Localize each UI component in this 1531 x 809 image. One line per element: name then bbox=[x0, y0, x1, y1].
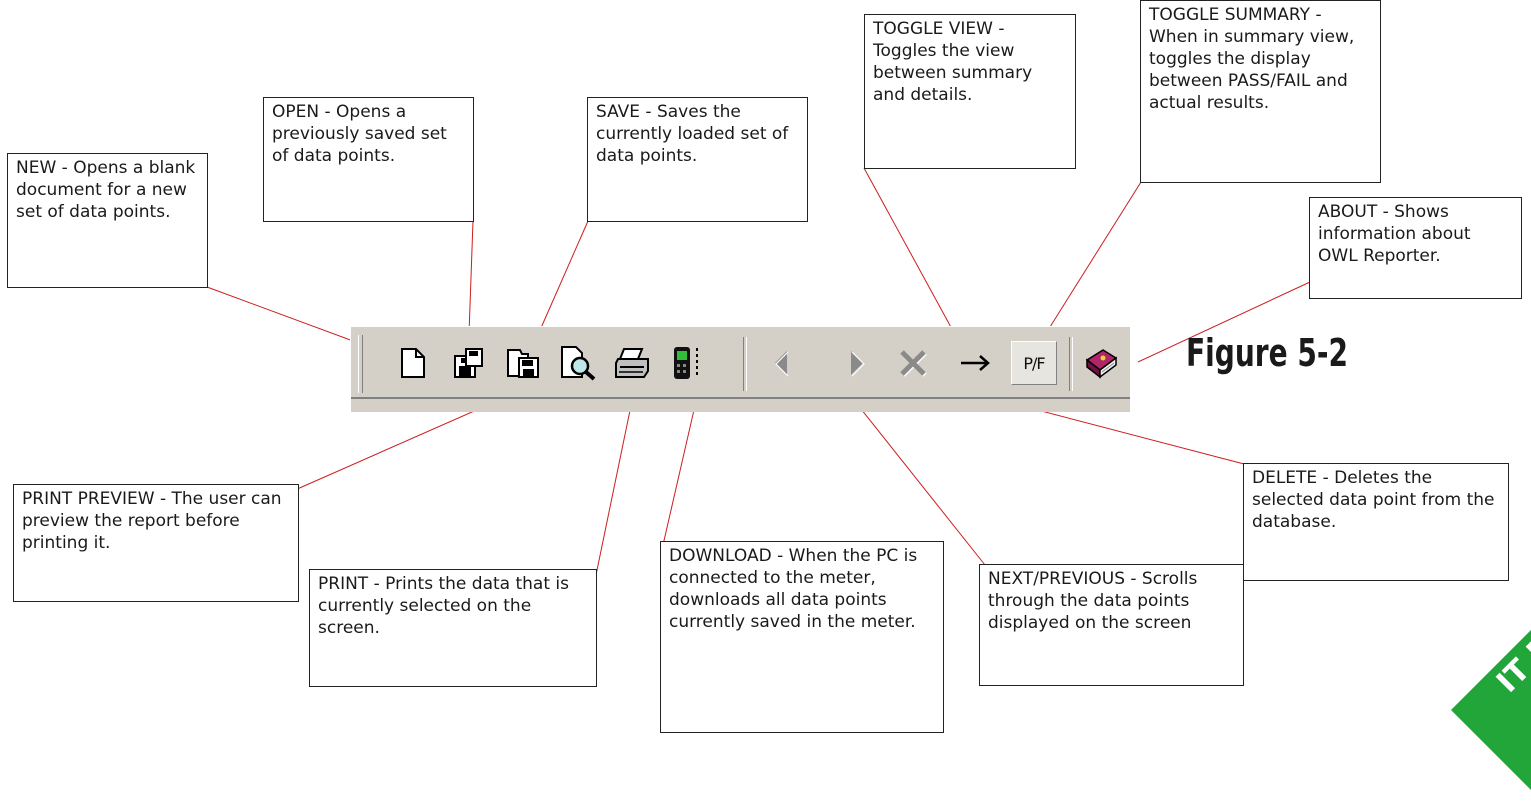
delete-x-icon bbox=[900, 350, 927, 377]
print-preview-icon bbox=[561, 346, 596, 381]
callout-open: OPEN - Opens a previously saved set of d… bbox=[263, 97, 474, 222]
callout-download: DOWNLOAD - When the PC is connected to t… bbox=[660, 541, 944, 733]
next-button[interactable] bbox=[837, 341, 877, 385]
toggle-view-button[interactable] bbox=[955, 341, 995, 385]
previous-button[interactable] bbox=[761, 341, 801, 385]
new-button[interactable] bbox=[393, 341, 433, 385]
save-button[interactable] bbox=[504, 341, 544, 385]
print-preview-button[interactable] bbox=[559, 341, 599, 385]
toolbar-bottom-edge bbox=[351, 397, 1130, 412]
pass-fail-toggle-button[interactable]: P/F bbox=[1011, 341, 1057, 385]
meter-download-icon bbox=[674, 347, 698, 379]
previous-arrow-icon bbox=[775, 351, 789, 377]
callout-toggle-summary: TOGGLE SUMMARY - When in summary view, t… bbox=[1140, 0, 1381, 183]
callout-about: ABOUT - Shows information about OWL Repo… bbox=[1309, 197, 1522, 299]
save-disk-icon bbox=[507, 349, 539, 378]
printer-icon bbox=[615, 348, 649, 378]
about-book-icon bbox=[1085, 349, 1118, 379]
toolbar-grip[interactable] bbox=[358, 335, 363, 393]
download-button[interactable] bbox=[667, 341, 707, 385]
figure-label: Figure 5-2 bbox=[1186, 331, 1349, 375]
pass-fail-toggle-icon: P/F bbox=[1023, 353, 1045, 373]
open-button[interactable] bbox=[449, 341, 489, 385]
new-document-icon bbox=[401, 348, 425, 378]
toggle-view-arrow-icon bbox=[961, 355, 990, 371]
open-folder-icon bbox=[454, 348, 483, 378]
toolbar-separator bbox=[1069, 337, 1073, 391]
callout-delete: DELETE - Deletes the selected data point… bbox=[1243, 463, 1509, 581]
about-button[interactable] bbox=[1081, 341, 1121, 385]
callout-next-previous: NEXT/PREVIOUS - Scrolls through the data… bbox=[979, 564, 1244, 686]
next-arrow-icon bbox=[851, 351, 865, 377]
callout-toggle-view: TOGGLE VIEW - Toggles the view between s… bbox=[864, 14, 1076, 169]
callout-print: PRINT - Prints the data that is currentl… bbox=[309, 569, 597, 687]
callout-save: SAVE - Saves the currently loaded set of… bbox=[587, 97, 808, 222]
toolbar: P/F bbox=[350, 326, 1130, 412]
callout-print-preview: PRINT PREVIEW - The user can preview the… bbox=[13, 484, 299, 602]
delete-button[interactable] bbox=[893, 341, 933, 385]
toolbar-separator bbox=[743, 337, 747, 391]
callout-new: NEW - Opens a blank document for a new s… bbox=[7, 153, 208, 288]
print-button[interactable] bbox=[613, 341, 653, 385]
